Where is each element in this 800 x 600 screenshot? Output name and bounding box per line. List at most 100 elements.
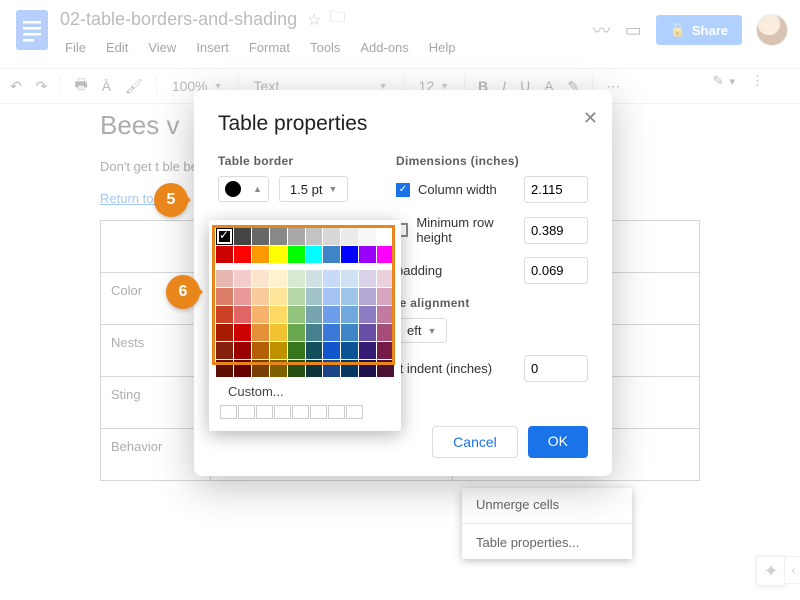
close-icon[interactable]: ✕ — [583, 108, 598, 129]
color-swatch[interactable] — [377, 270, 394, 287]
left-indent-input[interactable] — [524, 355, 588, 382]
color-swatch[interactable] — [377, 342, 394, 359]
color-swatch[interactable] — [234, 288, 251, 305]
color-swatch[interactable] — [234, 228, 251, 245]
custom-swatch[interactable] — [238, 405, 255, 419]
side-panel-toggle[interactable]: ‹ — [784, 556, 800, 584]
docs-logo[interactable] — [12, 10, 52, 50]
color-swatch[interactable] — [252, 324, 269, 341]
color-swatch[interactable] — [216, 360, 233, 377]
column-width-checkbox[interactable]: ✓ — [396, 183, 410, 197]
color-swatch[interactable] — [306, 306, 323, 323]
color-swatch[interactable] — [252, 228, 269, 245]
explore-button[interactable]: ✦ — [756, 556, 786, 586]
color-swatch[interactable] — [377, 288, 394, 305]
color-swatch[interactable] — [234, 360, 251, 377]
color-swatch[interactable] — [323, 270, 340, 287]
avatar[interactable] — [756, 14, 788, 46]
spellcheck-button[interactable]: Ā — [96, 74, 117, 98]
menu-view[interactable]: View — [141, 37, 183, 58]
color-swatch[interactable] — [252, 360, 269, 377]
color-swatch[interactable] — [323, 288, 340, 305]
color-swatch[interactable] — [270, 306, 287, 323]
color-swatch[interactable] — [306, 246, 323, 263]
color-swatch[interactable] — [323, 228, 340, 245]
color-swatch[interactable] — [377, 228, 394, 245]
return-link[interactable]: Return to t — [100, 191, 161, 206]
color-swatch[interactable] — [252, 342, 269, 359]
custom-swatch[interactable] — [310, 405, 327, 419]
color-swatch[interactable] — [306, 342, 323, 359]
color-swatch[interactable] — [306, 360, 323, 377]
doc-title[interactable]: 02-table-borders-and-shading — [58, 7, 299, 32]
color-swatch[interactable] — [377, 246, 394, 263]
color-swatch[interactable] — [359, 288, 376, 305]
custom-swatch[interactable] — [220, 405, 237, 419]
color-swatch[interactable] — [359, 306, 376, 323]
color-swatch[interactable] — [377, 306, 394, 323]
color-swatch[interactable] — [341, 288, 358, 305]
color-swatch[interactable] — [359, 246, 376, 263]
undo-button[interactable]: ↶ — [4, 74, 28, 99]
cancel-button[interactable]: Cancel — [432, 426, 518, 458]
color-swatch[interactable] — [306, 270, 323, 287]
color-swatch[interactable] — [288, 288, 305, 305]
color-swatch[interactable] — [216, 270, 233, 287]
cell-padding-input[interactable] — [524, 257, 588, 284]
color-swatch[interactable] — [341, 306, 358, 323]
share-button[interactable]: 🔒Share — [656, 15, 742, 45]
comments-icon[interactable]: ▭ — [625, 20, 642, 41]
color-swatch[interactable] — [252, 270, 269, 287]
custom-swatch[interactable] — [346, 405, 363, 419]
color-swatch[interactable] — [359, 228, 376, 245]
color-swatch[interactable] — [216, 246, 233, 263]
color-swatch[interactable] — [359, 342, 376, 359]
color-swatch[interactable] — [270, 360, 287, 377]
color-swatch[interactable] — [234, 270, 251, 287]
color-swatch[interactable] — [288, 270, 305, 287]
color-swatch[interactable] — [306, 288, 323, 305]
color-swatch[interactable] — [216, 288, 233, 305]
color-swatch[interactable] — [288, 342, 305, 359]
star-icon[interactable]: ☆ — [307, 10, 321, 30]
menu-file[interactable]: File — [58, 37, 93, 58]
custom-swatch[interactable] — [256, 405, 273, 419]
redo-button[interactable]: ↷ — [30, 74, 54, 99]
color-swatch[interactable] — [377, 324, 394, 341]
color-swatch[interactable] — [252, 306, 269, 323]
color-swatch[interactable] — [341, 360, 358, 377]
custom-swatch[interactable] — [328, 405, 345, 419]
color-swatch[interactable] — [252, 246, 269, 263]
color-swatch[interactable] — [359, 270, 376, 287]
color-swatch[interactable] — [288, 306, 305, 323]
color-swatch[interactable] — [234, 324, 251, 341]
custom-color-button[interactable]: Custom... — [216, 378, 394, 405]
activity-icon[interactable]: 〰 — [593, 17, 611, 43]
print-button[interactable]: 🖶 — [68, 70, 93, 102]
folder-icon[interactable]: 🗀 — [330, 6, 346, 33]
color-swatch[interactable] — [252, 288, 269, 305]
ctx-unmerge[interactable]: Unmerge cells — [462, 488, 632, 521]
color-swatch[interactable] — [341, 324, 358, 341]
custom-swatch[interactable] — [274, 405, 291, 419]
color-swatch[interactable] — [359, 360, 376, 377]
color-swatch[interactable] — [270, 246, 287, 263]
color-swatch[interactable] — [323, 306, 340, 323]
menu-addons[interactable]: Add-ons — [353, 37, 415, 58]
color-swatch[interactable] — [216, 324, 233, 341]
menu-insert[interactable]: Insert — [189, 37, 236, 58]
color-swatch[interactable] — [234, 342, 251, 359]
menu-edit[interactable]: Edit — [99, 37, 135, 58]
color-swatch[interactable] — [288, 324, 305, 341]
row-height-input[interactable] — [524, 217, 588, 244]
color-swatch[interactable] — [323, 360, 340, 377]
custom-swatch[interactable] — [292, 405, 309, 419]
menu-tools[interactable]: Tools — [303, 37, 347, 58]
color-swatch[interactable] — [216, 306, 233, 323]
color-swatch[interactable] — [270, 288, 287, 305]
table-alignment-dropdown[interactable]: eft▼ — [396, 318, 447, 343]
border-color-dropdown[interactable]: ▲ — [218, 176, 269, 202]
color-swatch[interactable] — [216, 228, 233, 245]
color-swatch[interactable] — [341, 228, 358, 245]
color-swatch[interactable] — [323, 342, 340, 359]
